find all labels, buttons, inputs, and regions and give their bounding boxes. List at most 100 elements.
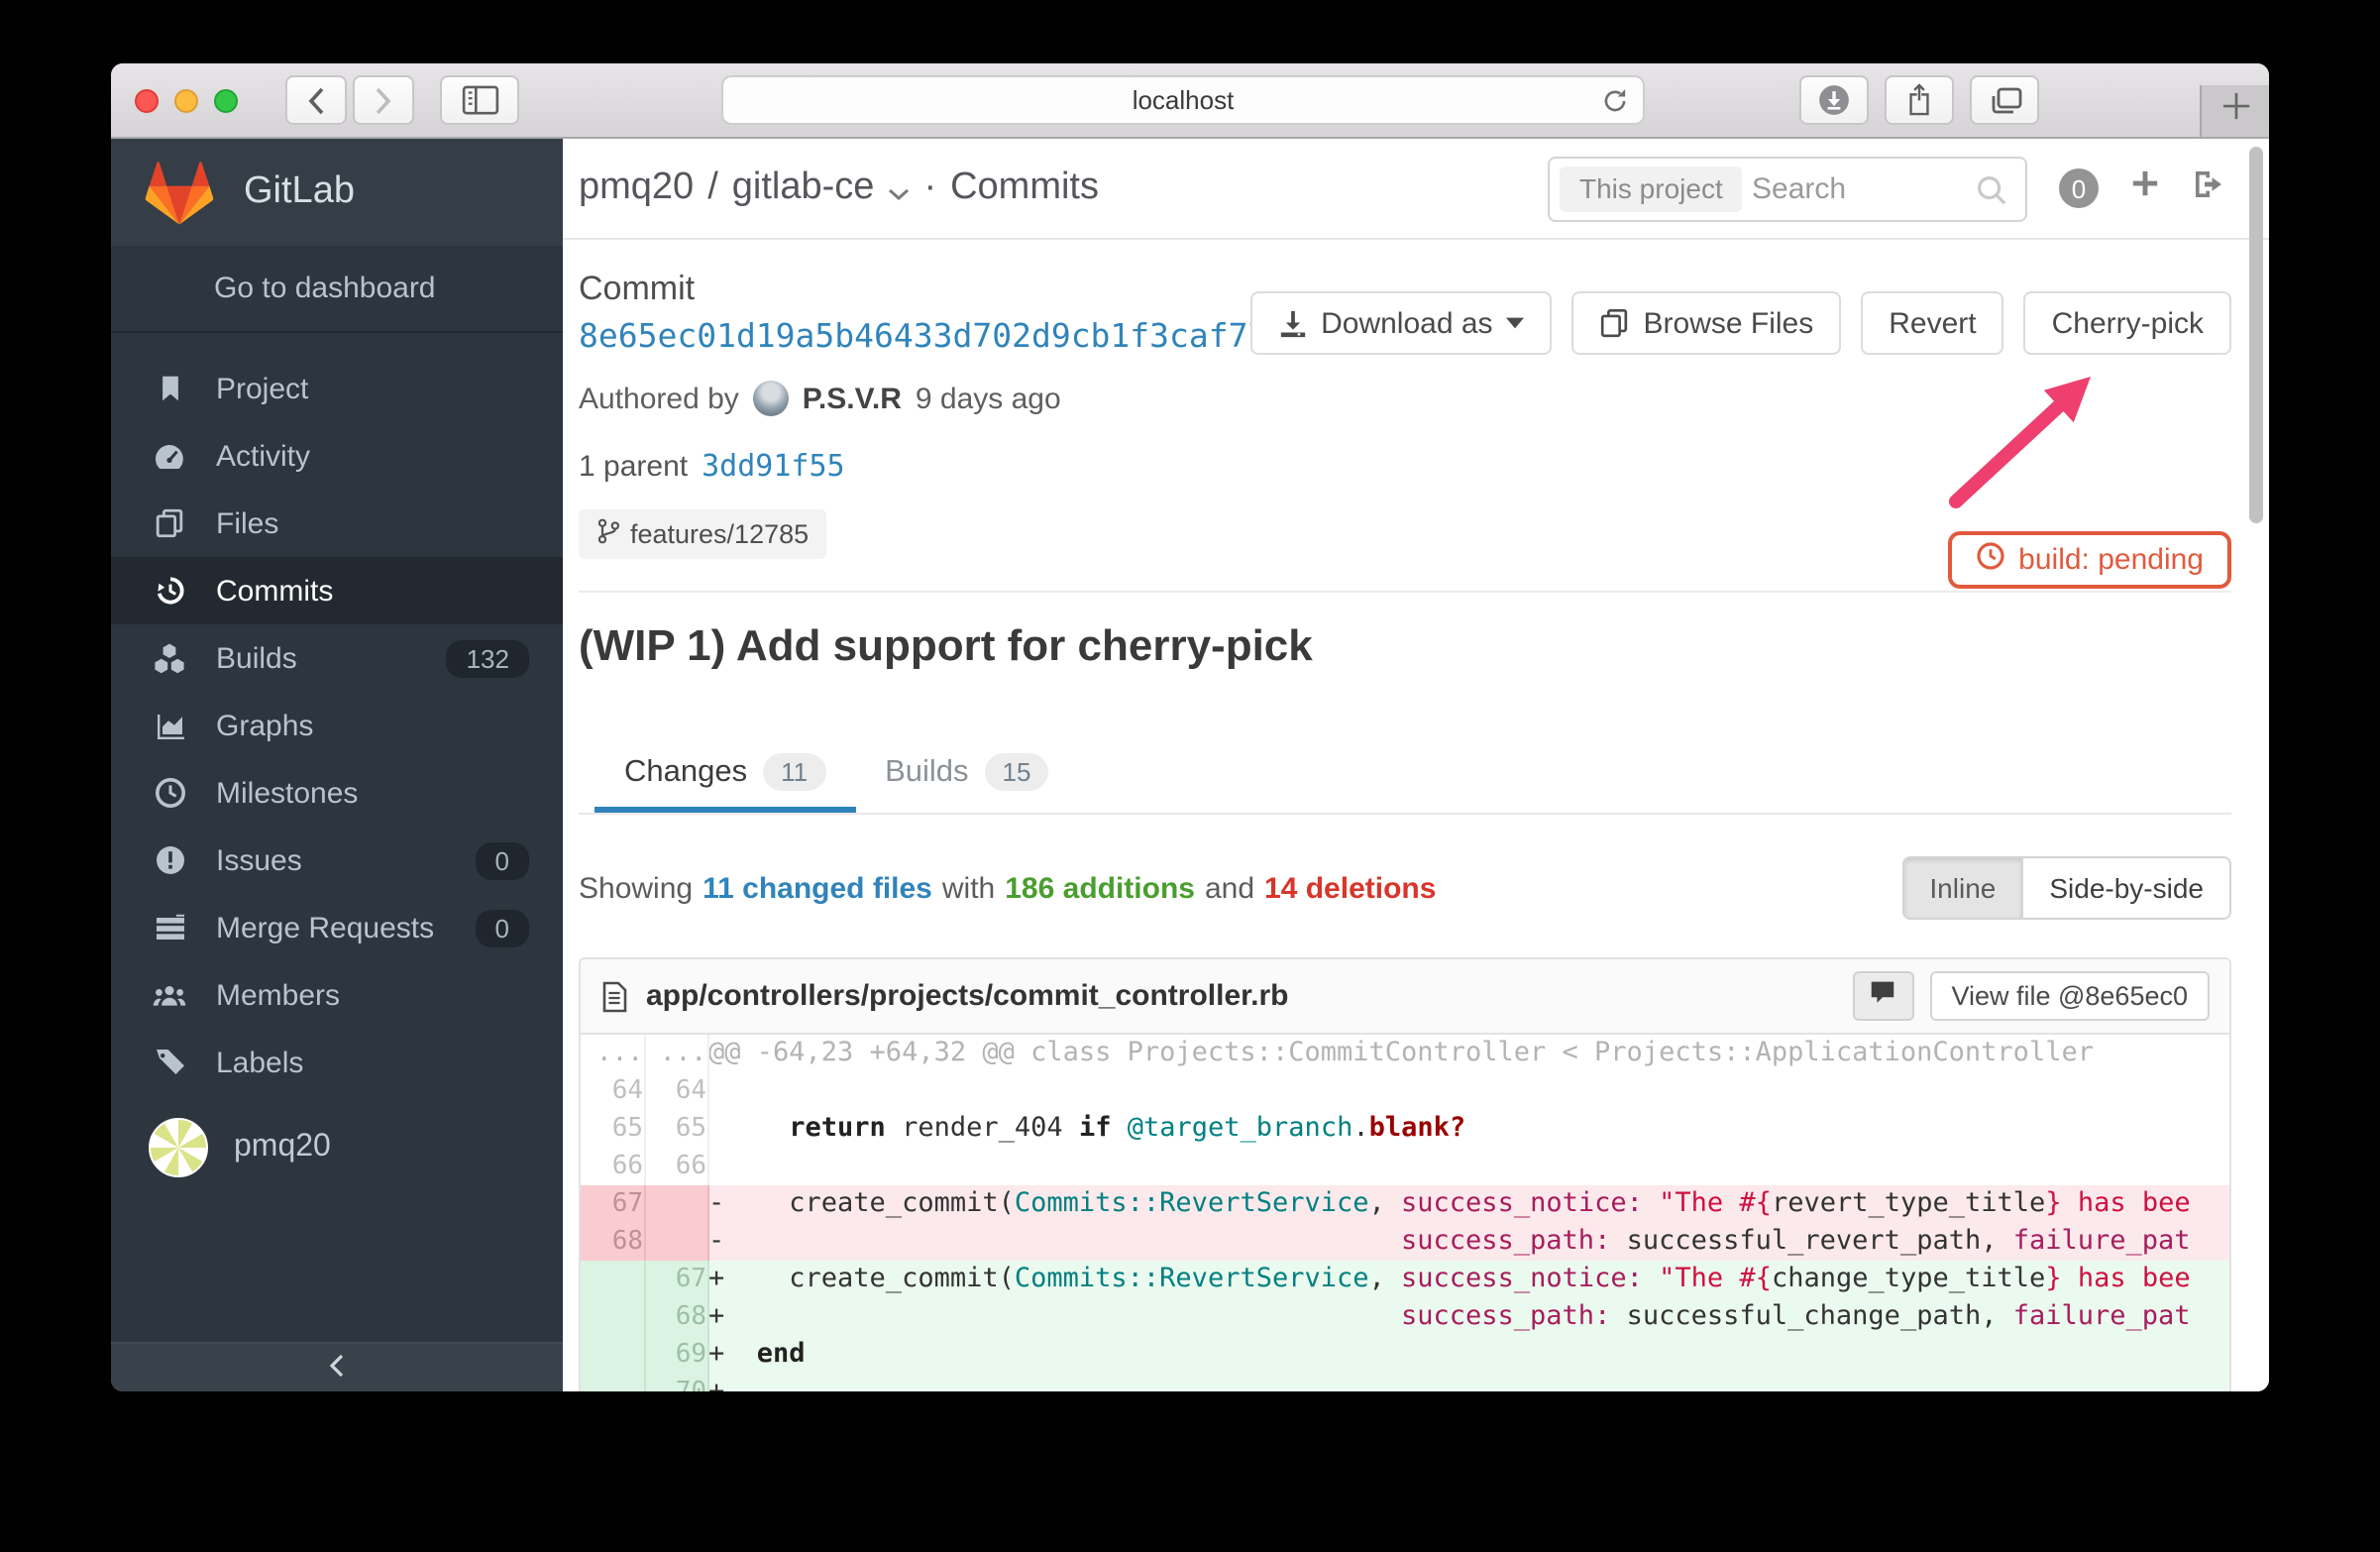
old-line-number[interactable]: ...	[581, 1035, 645, 1072]
download-as-button[interactable]: Download as	[1249, 291, 1553, 355]
commit-sha-link[interactable]: 8e65ec01d19a5b46433d702d9cb1f3caf77b156c	[579, 316, 1366, 354]
window-controls	[135, 89, 238, 113]
forward-button[interactable]	[353, 75, 414, 125]
minimize-window-button[interactable]	[174, 89, 198, 113]
comment-bubble-icon	[1869, 978, 1896, 1014]
breadcrumb: pmq20 / gitlab-ce · Commits	[579, 164, 1099, 213]
sidebar-item-activity[interactable]: Activity	[111, 422, 563, 490]
tab-overview-button[interactable]	[1970, 75, 2039, 125]
old-line-number[interactable]: 65	[581, 1110, 645, 1148]
diff-row: 67 - create_commit(Commits::RevertService…	[581, 1185, 2229, 1223]
new-line-number[interactable]: 66	[644, 1148, 708, 1185]
search-icon	[1976, 173, 2007, 215]
diff-view-toggle: Inline Side-by-side	[1901, 856, 2231, 920]
inline-view-button[interactable]: Inline	[1901, 856, 2024, 920]
view-file-button[interactable]: View file @8e65ec0	[1929, 971, 2210, 1021]
parent-sha-link[interactable]: 3dd91f55	[702, 448, 845, 484]
sidebar-item-label: Graphs	[216, 709, 314, 742]
sidebar-item-go-to-dashboard[interactable]: Go to dashboard	[111, 246, 563, 333]
new-line-number[interactable]	[644, 1223, 708, 1261]
diff-row: 66 66	[581, 1148, 2229, 1185]
sidebar-item-labels[interactable]: Labels	[111, 1029, 563, 1096]
clock-icon	[1975, 541, 2004, 579]
sidebar-item-files[interactable]: Files	[111, 490, 563, 557]
authored-time: 9 days ago	[915, 382, 1061, 415]
search-input[interactable]: This project Search	[1548, 156, 2027, 221]
sidebar-item-label: Milestones	[216, 776, 359, 810]
code-line: - create_commit(Commits::RevertService, …	[707, 1185, 2229, 1223]
side-by-side-view-button[interactable]: Side-by-side	[2023, 856, 2231, 920]
branch-name: features/12785	[630, 519, 810, 549]
old-line-number[interactable]	[581, 1374, 645, 1391]
new-line-number[interactable]	[644, 1185, 708, 1223]
file-path[interactable]: app/controllers/projects/commit_controll…	[646, 979, 1289, 1013]
url-text: localhost	[1132, 85, 1235, 115]
new-line-number[interactable]: ...	[644, 1035, 708, 1072]
chevron-down-icon[interactable]	[888, 169, 910, 213]
author-name[interactable]: P.S.V.R	[803, 382, 902, 415]
new-line-number[interactable]: 64	[644, 1072, 708, 1110]
new-line-number[interactable]: 67	[644, 1261, 708, 1298]
cherry-pick-button[interactable]: Cherry-pick	[2023, 291, 2231, 355]
sidebar-item-commits[interactable]: Commits	[111, 557, 563, 624]
sidebar-item-merge-requests[interactable]: Merge Requests 0	[111, 894, 563, 961]
search-scope-chip[interactable]: This project	[1560, 166, 1743, 211]
back-button[interactable]	[285, 75, 347, 125]
browser-toolbar: localhost	[111, 63, 2269, 139]
sidebar-user[interactable]: pmq20	[111, 1112, 563, 1183]
sidebar-item-members[interactable]: Members	[111, 961, 563, 1029]
breadcrumb-repo[interactable]: gitlab-ce	[732, 166, 875, 210]
new-line-number[interactable]: 65	[644, 1110, 708, 1148]
sign-out-button[interactable]	[2192, 167, 2225, 209]
commit-tabs: Changes 11 Builds 15	[579, 733, 2231, 815]
sidebar-item-milestones[interactable]: Milestones	[111, 759, 563, 827]
sidebar-item-project[interactable]: Project	[111, 355, 563, 422]
comment-button[interactable]	[1852, 971, 1914, 1021]
zoom-window-button[interactable]	[214, 89, 238, 113]
old-line-number[interactable]	[581, 1336, 645, 1374]
sidebar-toggle-button[interactable]	[440, 75, 519, 125]
old-line-number[interactable]	[581, 1298, 645, 1336]
tanuki-icon	[145, 160, 214, 225]
new-line-number[interactable]: 69	[644, 1336, 708, 1374]
old-line-number[interactable]: 66	[581, 1148, 645, 1185]
new-line-number[interactable]: 68	[644, 1298, 708, 1336]
sidebar-item-builds[interactable]: Builds 132	[111, 624, 563, 692]
author-avatar[interactable]	[752, 381, 789, 416]
code-line: + end	[707, 1336, 2229, 1374]
sidebar-item-issues[interactable]: Issues 0	[111, 827, 563, 894]
new-tab-button[interactable]	[2200, 85, 2269, 137]
new-project-button[interactable]	[2130, 168, 2160, 208]
share-button[interactable]	[1885, 75, 1954, 125]
tab-builds[interactable]: Builds 15	[855, 733, 1078, 813]
gitlab-logo[interactable]: GitLab	[111, 139, 563, 246]
old-line-number[interactable]: 68	[581, 1223, 645, 1261]
dashboard-icon	[153, 439, 186, 473]
breadcrumb-owner[interactable]: pmq20	[579, 166, 694, 210]
build-status-badge[interactable]: build: pending	[1947, 531, 2231, 589]
sidebar-item-label: Files	[216, 506, 279, 540]
old-line-number[interactable]: 67	[581, 1185, 645, 1223]
old-line-number[interactable]: 64	[581, 1072, 645, 1110]
branch-ref[interactable]: features/12785	[579, 509, 827, 559]
old-line-number[interactable]	[581, 1261, 645, 1298]
downloads-button[interactable]	[1799, 75, 1869, 125]
sidebar-item-graphs[interactable]: Graphs	[111, 692, 563, 759]
page-scrollbar[interactable]	[2249, 147, 2263, 523]
browse-files-button[interactable]: Browse Files	[1571, 291, 1842, 355]
todo-count-badge[interactable]: 0	[2059, 168, 2099, 208]
new-line-number[interactable]: 70	[644, 1374, 708, 1391]
authored-by-label: Authored by	[579, 382, 739, 415]
reload-icon[interactable]	[1601, 87, 1629, 121]
sidebar-item-label: Members	[216, 978, 341, 1012]
sidebar-item-label: Activity	[216, 439, 311, 473]
address-bar[interactable]: localhost	[721, 75, 1645, 125]
chart-icon	[153, 709, 186, 742]
close-window-button[interactable]	[135, 89, 159, 113]
changed-files-link[interactable]: 11 changed files	[703, 871, 932, 905]
tab-changes[interactable]: Changes 11	[595, 733, 856, 813]
revert-button[interactable]: Revert	[1861, 291, 2004, 355]
chevron-left-icon	[307, 86, 325, 114]
sidebar-collapse-button[interactable]	[111, 1342, 563, 1391]
commit-label: Commit	[579, 270, 696, 307]
